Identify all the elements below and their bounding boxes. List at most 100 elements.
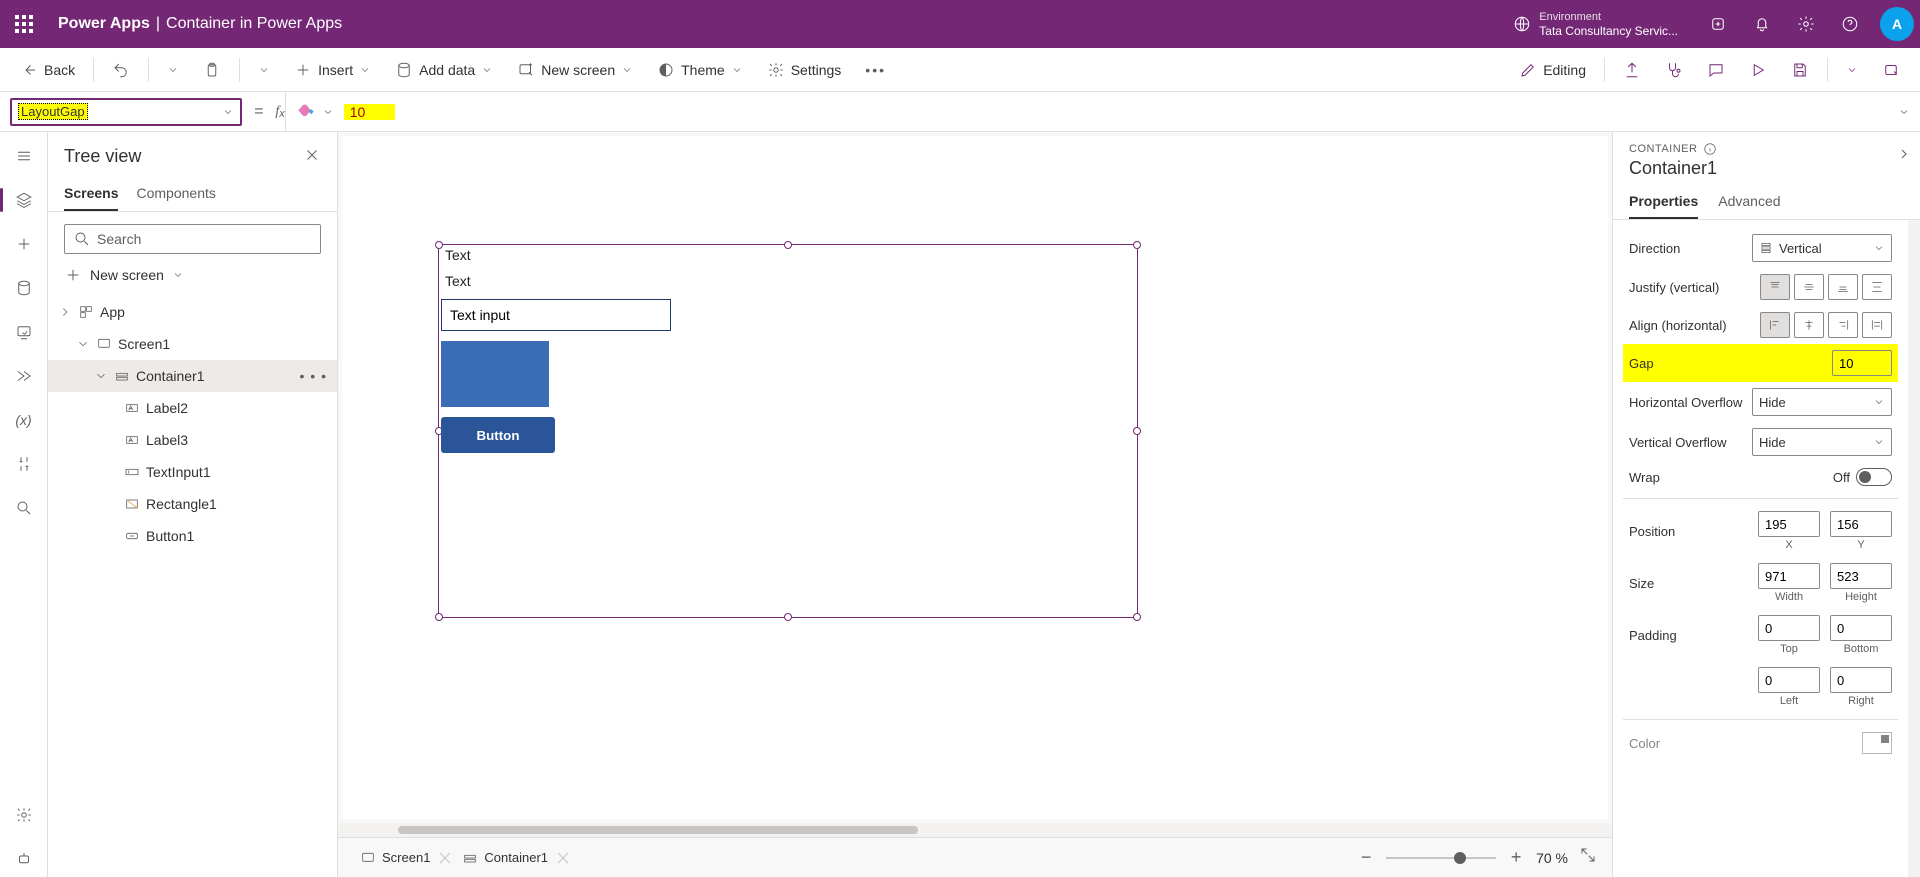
tree-close-button[interactable] <box>303 146 321 167</box>
prop-label-horizontal-overflow: Horizontal Overflow <box>1629 395 1742 410</box>
canvas-container-selection[interactable]: Text Text Button <box>438 244 1138 618</box>
rail-insert[interactable] <box>6 226 42 262</box>
padding-right-input[interactable] <box>1830 667 1892 693</box>
direction-dropdown[interactable]: Vertical <box>1752 234 1892 262</box>
undo-split-chevron[interactable] <box>157 58 189 82</box>
control-name[interactable]: Container1 <box>1613 158 1920 187</box>
chevron-down-icon <box>172 269 184 281</box>
align-start-button[interactable] <box>1760 312 1790 338</box>
vertical-overflow-dropdown[interactable]: Hide <box>1752 428 1892 456</box>
align-center-button[interactable] <box>1794 312 1824 338</box>
back-button[interactable]: Back <box>10 55 85 85</box>
justify-end-button[interactable] <box>1828 274 1858 300</box>
overflow-button[interactable]: ••• <box>855 56 896 84</box>
canvas-rectangle1[interactable] <box>441 341 549 407</box>
comments-button[interactable] <box>1697 55 1735 85</box>
new-screen-button[interactable]: New screen <box>507 55 643 85</box>
rail-advanced-tools[interactable] <box>6 446 42 482</box>
preview-button[interactable] <box>1739 55 1777 85</box>
notifications-button[interactable] <box>1742 4 1782 44</box>
wrap-toggle[interactable] <box>1856 468 1892 486</box>
copilot-header-button[interactable] <box>1698 4 1738 44</box>
rail-virtual-agent[interactable] <box>6 841 42 877</box>
tree-search-input[interactable]: Search <box>64 224 321 254</box>
rail-media[interactable] <box>6 314 42 350</box>
rail-data[interactable] <box>6 270 42 306</box>
rail-tree-view[interactable] <box>6 182 42 218</box>
info-icon[interactable] <box>1703 142 1717 156</box>
paste-button[interactable] <box>193 55 231 85</box>
position-y-input[interactable] <box>1830 511 1892 537</box>
tab-properties[interactable]: Properties <box>1629 187 1698 219</box>
gap-input[interactable] <box>1832 350 1892 376</box>
zoom-in-button[interactable]: + <box>1504 847 1528 868</box>
tree-item-app[interactable]: App <box>48 296 337 328</box>
breadcrumb-container1[interactable]: Container1 <box>452 846 558 870</box>
tab-screens[interactable]: Screens <box>64 179 118 211</box>
size-height-input[interactable] <box>1830 563 1892 589</box>
padding-bottom-input[interactable] <box>1830 615 1892 641</box>
formula-expand-button[interactable] <box>1888 96 1920 128</box>
tree-item-rectangle1[interactable]: Rectangle1 <box>48 488 337 520</box>
undo-button[interactable] <box>102 55 140 85</box>
editing-mode-button[interactable]: Editing <box>1509 55 1596 85</box>
tree-item-screen1[interactable]: Screen1 <box>48 328 337 360</box>
rail-settings[interactable] <box>6 797 42 833</box>
tree-item-button1[interactable]: Button1 <box>48 520 337 552</box>
canvas-horizontal-scrollbar[interactable] <box>338 823 1612 837</box>
paste-split-chevron[interactable] <box>248 58 280 82</box>
app-launcher-button[interactable] <box>6 6 42 42</box>
tree-item-more-button[interactable]: • • • <box>300 368 327 384</box>
rail-variables[interactable]: (x) <box>6 402 42 438</box>
size-width-input[interactable] <box>1758 563 1820 589</box>
save-button[interactable] <box>1781 55 1819 85</box>
theme-button[interactable]: Theme <box>647 55 753 85</box>
tab-components[interactable]: Components <box>136 179 215 211</box>
canvas-textinput1[interactable] <box>441 299 671 331</box>
user-avatar[interactable]: A <box>1880 7 1914 41</box>
panel-collapse-button[interactable] <box>1896 146 1912 165</box>
horizontal-overflow-dropdown[interactable]: Hide <box>1752 388 1892 416</box>
canvas-surface[interactable]: Text Text Button <box>342 136 1608 819</box>
settings-header-button[interactable] <box>1786 4 1826 44</box>
add-data-button[interactable]: Add data <box>385 55 503 85</box>
align-stretch-button[interactable] <box>1862 312 1892 338</box>
help-button[interactable] <box>1830 4 1870 44</box>
align-end-button[interactable] <box>1828 312 1858 338</box>
color-picker-button[interactable] <box>1862 732 1892 754</box>
publish-button[interactable] <box>1872 55 1910 85</box>
rail-search[interactable] <box>6 490 42 526</box>
tree-item-textinput1[interactable]: TextInput1 <box>48 456 337 488</box>
position-x-input[interactable] <box>1758 511 1820 537</box>
justify-center-button[interactable] <box>1794 274 1824 300</box>
canvas-label2[interactable]: Text <box>441 247 1135 263</box>
justify-space-between-button[interactable] <box>1862 274 1892 300</box>
fit-to-window-button[interactable] <box>1576 846 1600 869</box>
rail-hamburger[interactable] <box>6 138 42 174</box>
settings-button[interactable]: Settings <box>757 55 852 85</box>
prop-label-wrap: Wrap <box>1629 470 1660 485</box>
insert-button[interactable]: Insert <box>284 55 381 85</box>
tree-item-label2[interactable]: Label2 <box>48 392 337 424</box>
formula-input[interactable]: 10 <box>285 92 1888 131</box>
tree-item-label3[interactable]: Label3 <box>48 424 337 456</box>
properties-scrollbar[interactable] <box>1908 220 1920 877</box>
save-split-chevron[interactable] <box>1836 58 1868 82</box>
padding-top-input[interactable] <box>1758 615 1820 641</box>
tree-item-container1[interactable]: Container1 • • • <box>48 360 337 392</box>
environment-picker[interactable]: Environment Tata Consultancy Servic... <box>1497 10 1694 38</box>
formula-copilot-button[interactable] <box>298 102 334 122</box>
canvas-button1[interactable]: Button <box>441 417 555 453</box>
justify-start-button[interactable] <box>1760 274 1790 300</box>
tree-new-screen-button[interactable]: New screen <box>64 262 321 288</box>
property-selector[interactable]: LayoutGap <box>10 98 242 126</box>
app-checker-button[interactable] <box>1655 55 1693 85</box>
padding-left-input[interactable] <box>1758 667 1820 693</box>
breadcrumb-screen1[interactable]: Screen1 <box>350 846 440 870</box>
zoom-slider[interactable] <box>1386 857 1496 859</box>
zoom-out-button[interactable]: − <box>1354 847 1378 868</box>
share-button[interactable] <box>1613 55 1651 85</box>
rail-power-automate[interactable] <box>6 358 42 394</box>
tab-advanced[interactable]: Advanced <box>1718 187 1780 219</box>
canvas-label3[interactable]: Text <box>441 273 1135 289</box>
